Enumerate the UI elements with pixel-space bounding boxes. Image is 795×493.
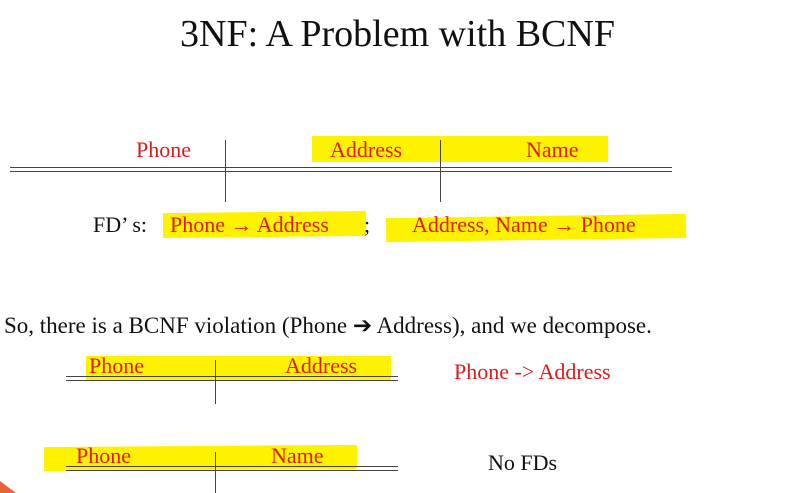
fd-separator: ; <box>364 212 371 237</box>
fd-phone-to-address: Phone → Address <box>170 212 329 237</box>
table2-rule-top <box>66 376 398 377</box>
table2-rule-bottom <box>66 380 398 381</box>
table1-col-phone: Phone <box>136 137 191 162</box>
bcnf-violation-statement: So, there is a BCNF violation (Phone ➔ A… <box>4 313 652 338</box>
table3-rule-bottom <box>66 470 398 471</box>
slide-title: 3NF: A Problem with BCNF <box>180 13 615 55</box>
table1-divider-1 <box>225 140 226 202</box>
table1-rule-bottom <box>10 171 672 172</box>
slide-accent-corner <box>0 481 16 493</box>
table1-col-name: Name <box>526 137 579 162</box>
table1-rule-top <box>10 167 672 168</box>
table1-divider-2 <box>440 140 441 202</box>
fds-label: FD’ s: <box>93 212 147 237</box>
table3-rule-top <box>66 466 398 467</box>
table2-divider <box>215 360 216 404</box>
table3-fd: No FDs <box>488 450 558 475</box>
table3-divider <box>215 452 216 493</box>
fd-address-name-to-phone: Address, Name → Phone <box>412 212 636 237</box>
table2-fd: Phone -> Address <box>454 359 611 384</box>
table1-col-address: Address <box>330 137 403 162</box>
